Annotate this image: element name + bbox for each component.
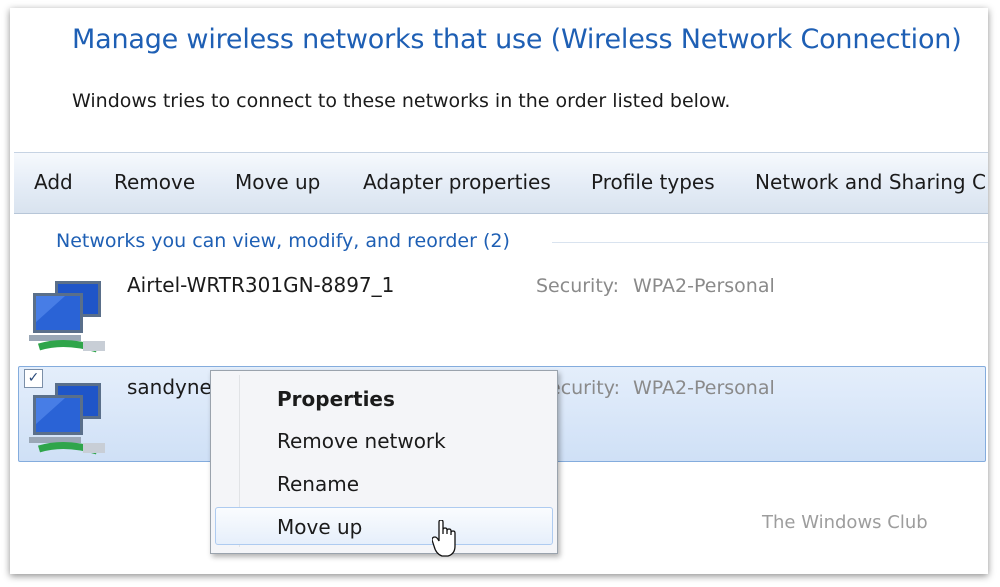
wireless-network-icon <box>29 281 105 353</box>
menu-item-label: Remove network <box>277 429 446 453</box>
mouse-pointer-icon <box>432 520 456 557</box>
remove-button[interactable]: Remove <box>114 170 195 194</box>
security-value: WPA2-Personal <box>633 275 775 297</box>
group-divider <box>552 242 988 243</box>
watermark: The Windows Club <box>762 512 928 533</box>
checkbox-checked-icon[interactable]: ✓ <box>24 369 43 388</box>
wireless-network-icon <box>29 383 105 455</box>
menu-item-move-up[interactable]: Move up <box>215 507 553 545</box>
network-group-header[interactable]: Networks you can view, modify, and reord… <box>56 230 510 252</box>
command-bar: Add Remove Move up Adapter properties Pr… <box>14 152 988 214</box>
menu-item-label: Properties <box>277 387 395 411</box>
menu-item-label: Move up <box>277 515 363 539</box>
menu-item-label: Rename <box>277 472 360 496</box>
profile-types-button[interactable]: Profile types <box>591 170 715 194</box>
security-label: ecurity: <box>549 377 620 399</box>
network-name: Airtel-WRTR301GN-8897_1 <box>127 273 395 297</box>
menu-item-remove-network[interactable]: Remove network <box>215 421 551 459</box>
security-label: Security: <box>536 275 620 297</box>
network-row-airtel[interactable]: Airtel-WRTR301GN-8897_1 Security: WPA2-P… <box>18 264 986 360</box>
context-menu: Properties Remove network Rename Move up <box>210 370 558 554</box>
window: Manage wireless networks that use (Wirel… <box>10 8 988 574</box>
security-value: WPA2-Personal <box>633 377 775 399</box>
move-up-button[interactable]: Move up <box>235 170 320 194</box>
page-description: Windows tries to connect to these networ… <box>72 90 731 112</box>
network-name: sandyne <box>127 375 212 399</box>
adapter-properties-button[interactable]: Adapter properties <box>363 170 551 194</box>
menu-item-rename[interactable]: Rename <box>215 464 551 502</box>
page-title: Manage wireless networks that use (Wirel… <box>72 24 962 55</box>
menu-item-properties[interactable]: Properties <box>215 379 551 417</box>
network-sharing-center-button[interactable]: Network and Sharing C <box>755 170 986 194</box>
add-button[interactable]: Add <box>34 170 73 194</box>
